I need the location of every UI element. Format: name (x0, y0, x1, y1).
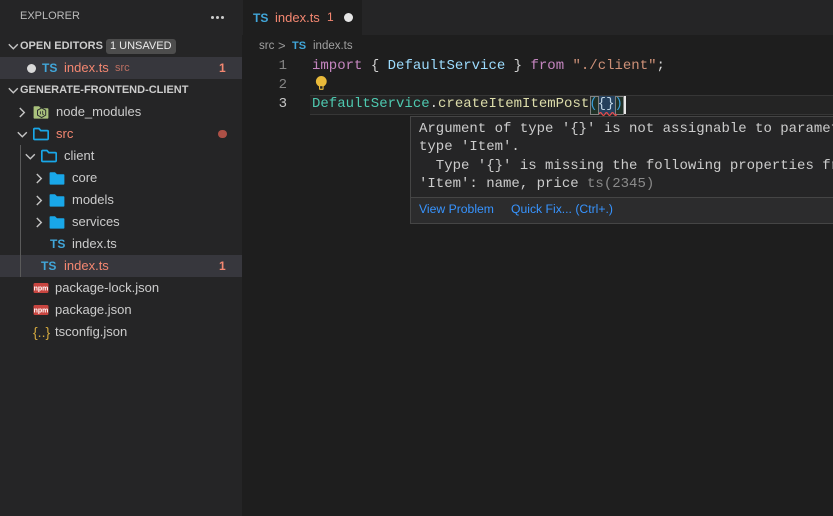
svg-text:npm: npm (34, 286, 49, 293)
svg-text:npm: npm (34, 308, 49, 315)
